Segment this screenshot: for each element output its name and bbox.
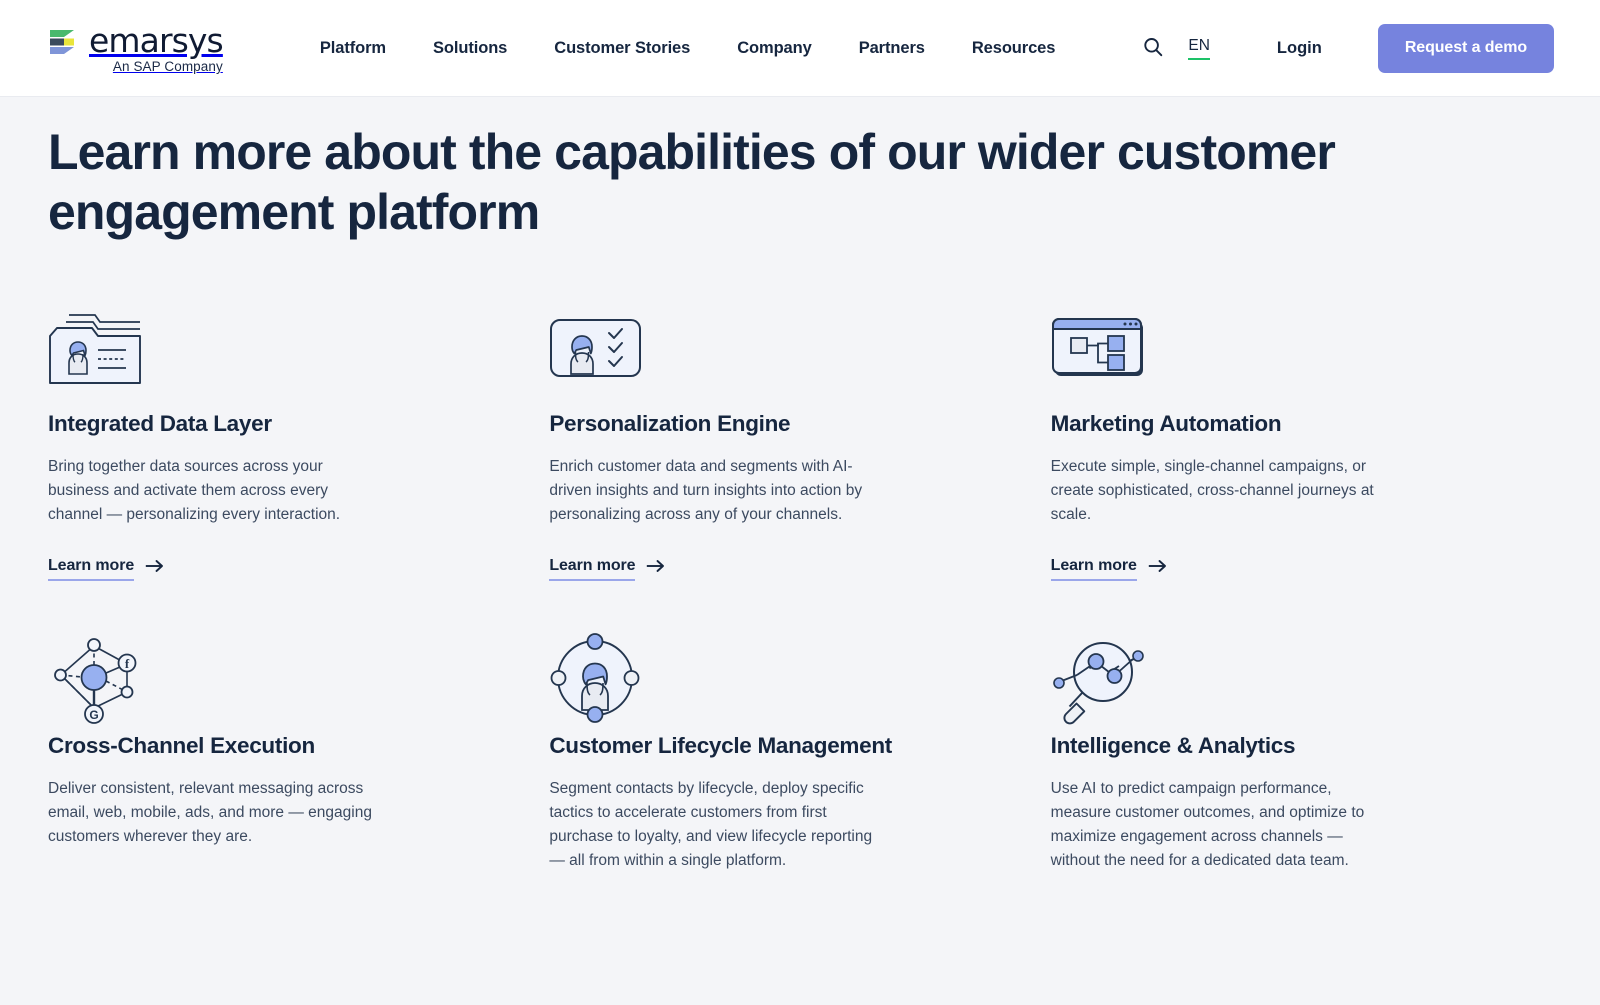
- language-selector[interactable]: EN: [1188, 37, 1210, 60]
- logo-tagline: An SAP Company: [89, 59, 223, 74]
- arrow-right-icon: [1148, 559, 1167, 578]
- nav-item-customer-stories[interactable]: Customer Stories: [554, 39, 690, 58]
- nav-item-solutions[interactable]: Solutions: [433, 39, 507, 58]
- svg-text:G: G: [89, 708, 98, 722]
- card-description: Segment contacts by lifecycle, deploy sp…: [549, 777, 884, 872]
- learn-more-label: Learn more: [48, 557, 134, 581]
- capability-card-intelligence-analytics: Intelligence & Analytics Use AI to predi…: [1051, 628, 1552, 872]
- arrow-right-icon: [145, 559, 164, 578]
- site-header: emarsys An SAP Company Platform Solution…: [0, 0, 1600, 97]
- nav-item-platform[interactable]: Platform: [320, 39, 386, 58]
- card-description: Bring together data sources across your …: [48, 455, 383, 526]
- capability-card-customer-lifecycle-management: Customer Lifecycle Management Segment co…: [549, 628, 1050, 872]
- learn-more-link-integrated-data-layer[interactable]: Learn more: [48, 557, 164, 581]
- search-icon: [1142, 36, 1164, 61]
- card-description: Enrich customer data and segments with A…: [549, 455, 884, 526]
- card-description: Execute simple, single-channel campaigns…: [1051, 455, 1386, 526]
- learn-more-link-marketing-automation[interactable]: Learn more: [1051, 557, 1167, 581]
- profile-checklist-icon: [549, 306, 915, 384]
- emarsys-logo-mark-icon: [48, 26, 78, 68]
- capability-card-marketing-automation: Marketing Automation Execute simple, sin…: [1051, 306, 1552, 581]
- channel-network-icon: f G: [48, 628, 414, 706]
- nav-item-company[interactable]: Company: [737, 39, 811, 58]
- nav-item-partners[interactable]: Partners: [859, 39, 925, 58]
- card-title: Personalization Engine: [549, 408, 915, 439]
- login-link[interactable]: Login: [1277, 39, 1322, 58]
- primary-navigation: Platform Solutions Customer Stories Comp…: [320, 39, 1055, 58]
- request-demo-button[interactable]: Request a demo: [1378, 24, 1554, 73]
- capability-card-cross-channel-execution: f G Cross-Channel Execution Deliver cons…: [48, 628, 549, 872]
- search-button[interactable]: [1136, 32, 1170, 66]
- logo-wordmark: emarsys: [89, 23, 223, 59]
- card-title: Intelligence & Analytics: [1051, 730, 1417, 761]
- card-description: Use AI to predict campaign performance, …: [1051, 777, 1386, 872]
- learn-more-label: Learn more: [549, 557, 635, 581]
- learn-more-label: Learn more: [1051, 557, 1137, 581]
- capability-grid-row-2: f G Cross-Channel Execution Deliver cons…: [48, 628, 1552, 872]
- card-description: Deliver consistent, relevant messaging a…: [48, 777, 383, 848]
- capability-card-personalization-engine: Personalization Engine Enrich customer d…: [549, 306, 1050, 581]
- svg-text:f: f: [125, 656, 130, 671]
- card-title: Cross-Channel Execution: [48, 730, 414, 761]
- capability-card-integrated-data-layer: Integrated Data Layer Bring together dat…: [48, 306, 549, 581]
- arrow-right-icon: [646, 559, 665, 578]
- header-actions: EN Login Request a demo: [1136, 24, 1554, 73]
- card-title: Marketing Automation: [1051, 408, 1417, 439]
- lifecycle-circle-person-icon: [549, 628, 915, 706]
- capability-grid-row-1: Integrated Data Layer Bring together dat…: [48, 306, 1552, 581]
- page-body: Learn more about the capabilities of our…: [0, 97, 1600, 1005]
- card-title: Integrated Data Layer: [48, 408, 414, 439]
- magnifier-analytics-icon: [1051, 628, 1417, 706]
- learn-more-link-personalization-engine[interactable]: Learn more: [549, 557, 665, 581]
- nav-item-resources[interactable]: Resources: [972, 39, 1055, 58]
- page-title: Learn more about the capabilities of our…: [48, 97, 1378, 242]
- logo-link[interactable]: emarsys An SAP Company: [48, 23, 223, 74]
- folder-contact-card-icon: [48, 306, 414, 384]
- logo-text: emarsys An SAP Company: [89, 23, 223, 74]
- browser-workflow-icon: [1051, 306, 1417, 384]
- card-title: Customer Lifecycle Management: [549, 730, 915, 761]
